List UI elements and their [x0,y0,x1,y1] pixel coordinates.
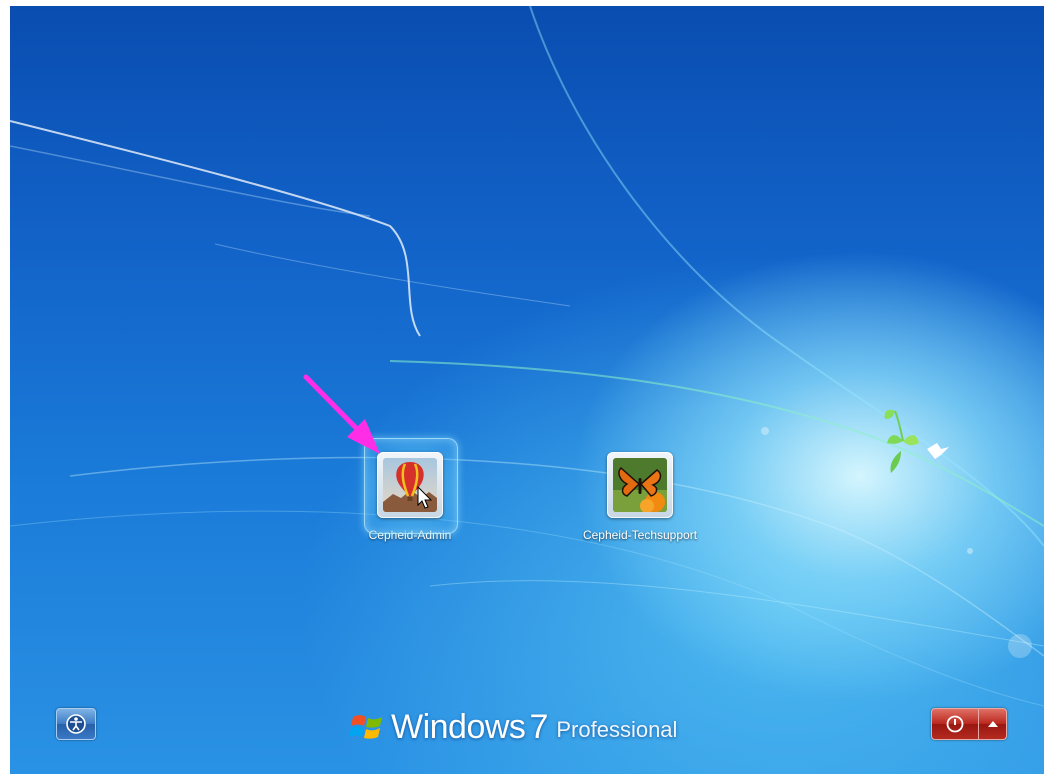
windows-logo-icon [349,715,382,739]
wallpaper-streaks [10,6,1044,707]
windows-version: 7 [529,708,549,746]
windows-wordmark: Windows [391,708,526,746]
user-picture-frame[interactable] [607,452,673,518]
shutdown-options-button[interactable] [979,709,1006,739]
ease-of-access-button[interactable] [56,708,96,740]
shutdown-button-group [931,708,1007,740]
user-tile-cepheid-techsupport[interactable]: Cepheid-Techsupport [576,452,704,542]
user-tile-cepheid-admin[interactable]: Cepheid-Admin [346,438,474,542]
bird-leaves-art [884,409,949,473]
logon-screen: Cepheid-Admin Cepheid-Techsupport Window… [10,6,1044,774]
windows-edition: Professional [556,717,678,742]
up-arrow-icon [987,721,998,727]
power-icon [946,715,964,733]
ease-of-access-icon [66,714,86,734]
butterfly-icon [613,458,667,512]
shutdown-button[interactable] [932,709,979,739]
windows-branding: Windows 7 Professional [349,703,677,747]
user-picture-frame[interactable] [377,452,443,518]
user-name-label: Cepheid-Techsupport [582,528,698,542]
mouse-cursor-icon [417,486,433,509]
